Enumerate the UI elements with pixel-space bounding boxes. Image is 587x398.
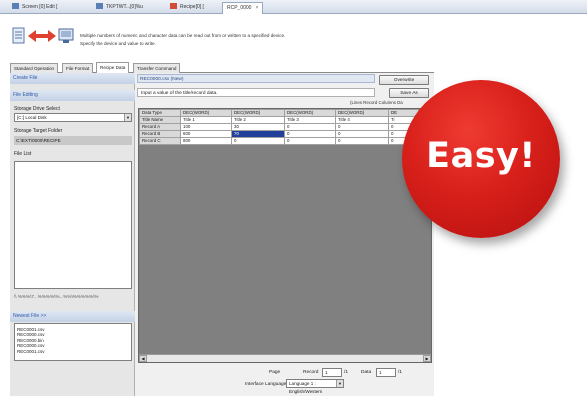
table-cell[interactable]: 0 xyxy=(284,130,336,138)
save-as-button[interactable]: Save As xyxy=(389,88,429,98)
recipe-icon xyxy=(170,3,177,9)
table-cell[interactable]: Title 2 xyxy=(231,116,285,124)
table-cell[interactable]: 800 xyxy=(180,137,232,145)
table-header-cell[interactable]: DEC(WORD) xyxy=(335,109,389,117)
tab-transfer-command[interactable]: Transfer Command xyxy=(133,63,181,73)
file-editing-header[interactable]: File Editing xyxy=(10,90,135,101)
create-file-header[interactable]: Create File xyxy=(10,73,135,84)
file-title: REC0000.csv (New) xyxy=(137,74,375,83)
file-list-label: File List xyxy=(14,151,32,157)
table-cell[interactable]: 0 xyxy=(335,123,389,131)
overwrite-button[interactable]: Overwrite xyxy=(379,75,429,85)
record-total: /1 xyxy=(344,370,349,375)
table-cell[interactable]: 30 xyxy=(231,123,285,131)
table-cell[interactable]: 0 xyxy=(231,137,285,145)
interface-language-select[interactable]: Language 1 : English/Western ▼ xyxy=(286,379,344,394)
table-cell-selected[interactable]: 70 xyxy=(231,130,285,138)
close-icon[interactable]: × xyxy=(255,5,258,11)
table-header-cell: Title Name xyxy=(139,116,181,124)
record-label: Record xyxy=(303,370,319,375)
table-cell[interactable]: 0 xyxy=(284,137,336,145)
chevron-down-icon[interactable]: ▼ xyxy=(124,114,131,121)
data-label: Data xyxy=(361,370,372,375)
tab-screen-edit[interactable]: Screen [0] Edit [ xyxy=(8,2,62,13)
interface-language-label: Interface Language xyxy=(245,382,287,387)
lines-info: (Lines Record Columns Da xyxy=(350,100,403,105)
horizontal-scrollbar[interactable]: ◀ ▶ xyxy=(139,354,431,362)
section-tabs: Standard Operation File Format Recipe Da… xyxy=(10,62,434,73)
instruction-text: Input a value of the title/record data. xyxy=(137,88,375,97)
file-panel: Create File File Editing Storage Drive S… xyxy=(10,73,135,396)
table-cell[interactable]: Title 4 xyxy=(335,116,389,124)
recipe-description: Multiple numbers of numeric and characte… xyxy=(80,33,286,46)
table-cell: Record B xyxy=(139,130,181,138)
table-cell[interactable]: 0 xyxy=(335,137,389,145)
title-row: Title Name Title 1 Title 2 Title 3 Title… xyxy=(139,116,419,124)
document-icon xyxy=(96,3,103,9)
data-stepper[interactable]: 1 xyxy=(376,368,396,377)
list-item[interactable]: REC0001.csv xyxy=(17,349,129,354)
scroll-right-icon[interactable]: ▶ xyxy=(423,355,431,362)
table-cell[interactable]: 0 xyxy=(284,123,336,131)
page-label: Page xyxy=(269,370,281,375)
table-cell[interactable]: 100 xyxy=(180,123,232,131)
record-stepper[interactable]: 1 xyxy=(322,368,342,377)
tab-file-format[interactable]: File Format xyxy=(62,63,94,73)
newest-file-list[interactable]: REC0001.csv REC0000.csv REC0000.bin REC0… xyxy=(14,323,132,361)
recipe-header: Multiple numbers of numeric and characte… xyxy=(0,14,587,60)
table-header-cell[interactable]: DEC(WORD) xyxy=(180,109,232,117)
tab-recipe[interactable]: Recipe[0] [ xyxy=(166,2,208,13)
table-header-cell: Data Type xyxy=(139,109,181,117)
storage-drive-select[interactable]: [C:] Local Disk ▼ xyxy=(14,113,132,122)
recipe-table: Data Type DEC(WORD) DEC(WORD) DEC(WORD) … xyxy=(139,109,419,145)
table-row: Record C 800 0 0 0 0 xyxy=(139,137,419,145)
storage-folder-label: Storage Target Folder xyxy=(14,128,63,134)
tab-recipe-data[interactable]: Recipe Data xyxy=(96,62,130,73)
table-cell: Record C xyxy=(139,137,181,145)
recipe-data-grid[interactable]: Data Type DEC(WORD) DEC(WORD) DEC(WORD) … xyxy=(138,108,432,363)
easy-badge: Easy! xyxy=(402,80,560,238)
recipe-transfer-icon xyxy=(12,27,74,44)
path-text: \\ %%%\7...%%%%\%...%%\%%%%%\% xyxy=(14,294,99,299)
table-header-cell[interactable]: DEC(WORD) xyxy=(231,109,285,117)
data-type-row: Data Type DEC(WORD) DEC(WORD) DEC(WORD) … xyxy=(139,109,419,117)
table-cell[interactable]: Title 1 xyxy=(180,116,232,124)
table-cell[interactable]: 0 xyxy=(335,130,389,138)
scroll-left-icon[interactable]: ◀ xyxy=(139,355,147,362)
table-cell: Record A xyxy=(139,123,181,131)
storage-drive-label: Storage Drive Select xyxy=(14,106,60,112)
tab-document[interactable]: TKPTWT...[0]%u xyxy=(92,2,147,13)
newest-file-header[interactable]: Newest File >> xyxy=(10,311,135,322)
table-cell[interactable]: 600 xyxy=(180,130,232,138)
table-row: Record A 100 30 0 0 0 xyxy=(139,123,419,131)
editor-tab-bar: Screen [0] Edit [ TKPTWT...[0]%u Recipe[… xyxy=(0,0,587,14)
table-row: Record B 600 70 0 0 0 xyxy=(139,130,419,138)
tab-standard-operation[interactable]: Standard Operation xyxy=(10,63,59,73)
data-total: /1 xyxy=(398,370,403,375)
storage-folder-field[interactable]: C:\EXT\0000\RECIPE xyxy=(14,136,132,145)
badge-text: Easy! xyxy=(426,136,536,176)
screen-icon xyxy=(12,3,19,9)
file-list[interactable] xyxy=(14,161,132,289)
chevron-down-icon[interactable]: ▼ xyxy=(336,380,343,387)
table-header-cell[interactable]: DEC(WORD) xyxy=(284,109,336,117)
recipe-data-panel: REC0000.csv (New) Overwrite Input a valu… xyxy=(135,73,434,396)
table-cell[interactable]: Title 3 xyxy=(284,116,336,124)
tab-rcp0000[interactable]: RCP_0000 × xyxy=(222,2,264,14)
